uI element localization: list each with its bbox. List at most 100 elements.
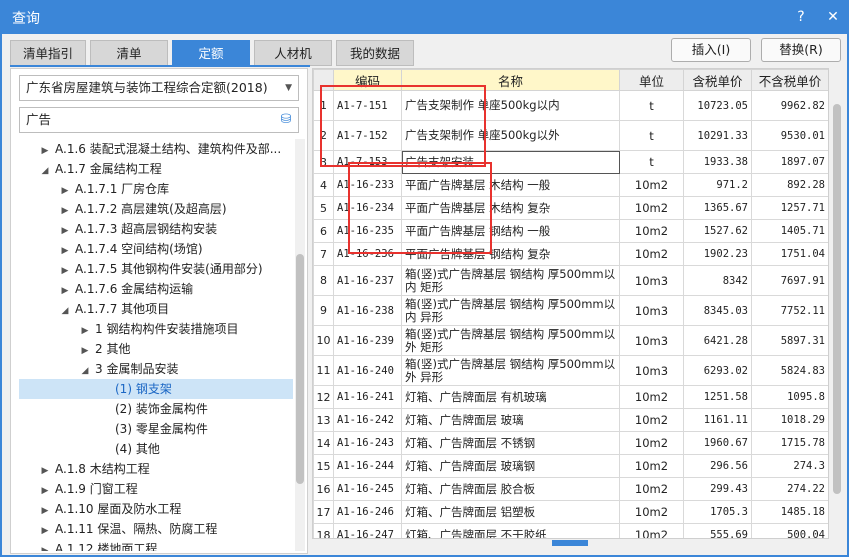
table-row[interactable]: 12 A1-16-241 灯箱、广告牌面层 有机玻璃 10m2 1251.58 1095.… <box>313 385 828 409</box>
price-excl-tax-cell[interactable]: 1095.8 <box>751 385 828 409</box>
tree-item[interactable]: ▶ A.1.7.1 厂房仓库 <box>19 179 293 199</box>
unit-cell[interactable]: 10m2 <box>619 500 684 524</box>
col-header-code[interactable]: 编码 <box>333 69 402 91</box>
collapse-arrow-icon[interactable]: ◢ <box>59 301 71 319</box>
unit-cell[interactable]: t <box>619 90 684 121</box>
tree-item[interactable]: ▶ A.1.11 保温、隔热、防腐工程 <box>19 519 293 539</box>
tree-item[interactable]: ◢ A.1.7 金属结构工程 <box>19 159 293 179</box>
price-excl-tax-cell[interactable]: 1018.29 <box>751 408 828 432</box>
expand-arrow-icon[interactable]: ▶ <box>39 541 51 551</box>
code-cell[interactable]: A1-16-238 <box>333 295 402 326</box>
insert-button[interactable]: 插入(I) <box>671 38 751 62</box>
price-incl-tax-cell[interactable]: 8345.03 <box>683 295 752 326</box>
code-cell[interactable]: A1-16-234 <box>333 196 402 220</box>
table-row[interactable]: 14 A1-16-243 灯箱、广告牌面层 不锈钢 10m2 1960.67 1715.7… <box>313 431 828 455</box>
price-excl-tax-cell[interactable]: 274.22 <box>751 477 828 501</box>
collapse-arrow-icon[interactable]: ◢ <box>79 361 91 379</box>
tree-item[interactable]: (4) 其他 <box>19 439 293 459</box>
tree-item[interactable]: ▶ A.1.7.5 其他钢构件安装(通用部分) <box>19 259 293 279</box>
code-cell[interactable]: A1-16-246 <box>333 500 402 524</box>
expand-arrow-icon[interactable]: ▶ <box>59 281 71 299</box>
unit-cell[interactable]: 10m3 <box>619 355 684 386</box>
price-incl-tax-cell[interactable]: 1251.58 <box>683 385 752 409</box>
row-index[interactable]: 4 <box>313 173 334 197</box>
price-incl-tax-cell[interactable]: 1365.67 <box>683 196 752 220</box>
code-cell[interactable]: A1-7-151 <box>333 90 402 121</box>
code-cell[interactable]: A1-16-239 <box>333 325 402 356</box>
price-excl-tax-cell[interactable]: 500.04 <box>751 523 828 538</box>
table-scrollbar[interactable] <box>831 68 843 539</box>
unit-cell[interactable]: 10m2 <box>619 242 684 266</box>
price-excl-tax-cell[interactable]: 1897.07 <box>751 150 828 174</box>
name-cell[interactable]: 箱(竖)式广告牌基层 钢结构 厚500mm以内 矩形 <box>401 265 620 296</box>
price-incl-tax-cell[interactable]: 1933.38 <box>683 150 752 174</box>
name-cell[interactable]: 灯箱、广告牌面层 有机玻璃 <box>401 385 620 409</box>
expand-arrow-icon[interactable]: ▶ <box>79 321 91 339</box>
row-index[interactable]: 14 <box>313 431 334 455</box>
tree-item[interactable]: ▶ A.1.12 楼地面工程 <box>19 539 293 551</box>
price-incl-tax-cell[interactable]: 8342 <box>683 265 752 296</box>
expand-arrow-icon[interactable]: ▶ <box>59 181 71 199</box>
code-cell[interactable]: A1-16-245 <box>333 477 402 501</box>
row-index[interactable]: 8 <box>313 265 334 296</box>
expand-arrow-icon[interactable]: ▶ <box>39 141 51 159</box>
name-cell[interactable]: 广告支架制作 单座500kg以内 <box>401 90 620 121</box>
col-header-price-excl-tax[interactable]: 不含税单价 <box>751 69 828 91</box>
unit-cell[interactable]: 10m2 <box>619 196 684 220</box>
price-incl-tax-cell[interactable]: 1527.62 <box>683 219 752 243</box>
tree-item[interactable]: ▶ 2 其他 <box>19 339 293 359</box>
tree-item[interactable]: ◢ 3 金属制品安装 <box>19 359 293 379</box>
price-excl-tax-cell[interactable]: 5897.31 <box>751 325 828 356</box>
name-cell[interactable]: 平面广告牌基层 钢结构 复杂 <box>401 242 620 266</box>
code-cell[interactable]: A1-7-152 <box>333 120 402 151</box>
table-row[interactable]: 16 A1-16-245 灯箱、广告牌面层 胶合板 10m2 299.43 274.22 <box>313 477 828 501</box>
expand-arrow-icon[interactable]: ▶ <box>59 241 71 259</box>
unit-cell[interactable]: 10m2 <box>619 385 684 409</box>
code-cell[interactable]: A1-16-247 <box>333 523 402 538</box>
row-index[interactable]: 6 <box>313 219 334 243</box>
code-cell[interactable]: A1-16-242 <box>333 408 402 432</box>
table-row[interactable]: 10 A1-16-239 箱(竖)式广告牌基层 钢结构 厚500mm以外 矩形 10m… <box>313 325 828 356</box>
unit-cell[interactable]: 10m2 <box>619 219 684 243</box>
code-cell[interactable]: A1-16-241 <box>333 385 402 409</box>
price-incl-tax-cell[interactable]: 299.43 <box>683 477 752 501</box>
price-excl-tax-cell[interactable]: 1485.18 <box>751 500 828 524</box>
tree-item[interactable]: ▶ A.1.6 装配式混凝土结构、建筑构件及部... <box>19 139 293 159</box>
col-header-unit[interactable]: 单位 <box>619 69 684 91</box>
row-index[interactable]: 12 <box>313 385 334 409</box>
price-incl-tax-cell[interactable]: 1705.3 <box>683 500 752 524</box>
code-cell[interactable]: A1-16-240 <box>333 355 402 386</box>
tab-quota[interactable]: 定额 <box>172 40 250 66</box>
price-incl-tax-cell[interactable]: 6421.28 <box>683 325 752 356</box>
row-index[interactable]: 7 <box>313 242 334 266</box>
name-cell[interactable]: 广告支架制作 单座500kg以外 <box>401 120 620 151</box>
table-row[interactable]: 6 A1-16-235 平面广告牌基层 钢结构 一般 10m2 1527.62 1405.… <box>313 219 828 243</box>
price-excl-tax-cell[interactable]: 9530.01 <box>751 120 828 151</box>
unit-cell[interactable]: 10m2 <box>619 173 684 197</box>
price-incl-tax-cell[interactable]: 1960.67 <box>683 431 752 455</box>
unit-cell[interactable]: 10m2 <box>619 408 684 432</box>
price-excl-tax-cell[interactable]: 1751.04 <box>751 242 828 266</box>
name-cell[interactable]: 平面广告牌基层 木结构 复杂 <box>401 196 620 220</box>
tree-item[interactable]: (3) 零星金属构件 <box>19 419 293 439</box>
quota-library-select[interactable]: 广东省房屋建筑与装饰工程综合定额(2018) ▼ <box>19 75 299 101</box>
table-row[interactable]: 18 A1-16-247 灯箱、广告牌面层 不干胶纸 10m2 555.69 500.04 <box>313 523 828 538</box>
unit-cell[interactable]: 10m3 <box>619 265 684 296</box>
expand-arrow-icon[interactable]: ▶ <box>59 201 71 219</box>
table-row[interactable]: 13 A1-16-242 灯箱、广告牌面层 玻璃 10m2 1161.11 1018.29 <box>313 408 828 432</box>
tree-scrollbar-thumb[interactable] <box>296 254 304 484</box>
unit-cell[interactable]: 10m3 <box>619 295 684 326</box>
price-incl-tax-cell[interactable]: 6293.02 <box>683 355 752 386</box>
help-icon[interactable]: ? <box>790 6 812 28</box>
col-header-price-incl-tax[interactable]: 含税单价 <box>683 69 752 91</box>
tab-bill-guide[interactable]: 清单指引 <box>10 40 86 66</box>
code-cell[interactable]: A1-16-233 <box>333 173 402 197</box>
splitter-grip[interactable] <box>552 540 588 546</box>
price-excl-tax-cell[interactable]: 1405.71 <box>751 219 828 243</box>
price-excl-tax-cell[interactable]: 274.3 <box>751 454 828 478</box>
table-row[interactable]: 11 A1-16-240 箱(竖)式广告牌基层 钢结构 厚500mm以外 异形 10m… <box>313 355 828 386</box>
price-excl-tax-cell[interactable]: 1257.71 <box>751 196 828 220</box>
table-row[interactable]: 9 A1-16-238 箱(竖)式广告牌基层 钢结构 厚500mm以内 异形 10m3… <box>313 295 828 326</box>
expand-arrow-icon[interactable]: ▶ <box>39 481 51 499</box>
expand-arrow-icon[interactable]: ▶ <box>79 341 91 359</box>
